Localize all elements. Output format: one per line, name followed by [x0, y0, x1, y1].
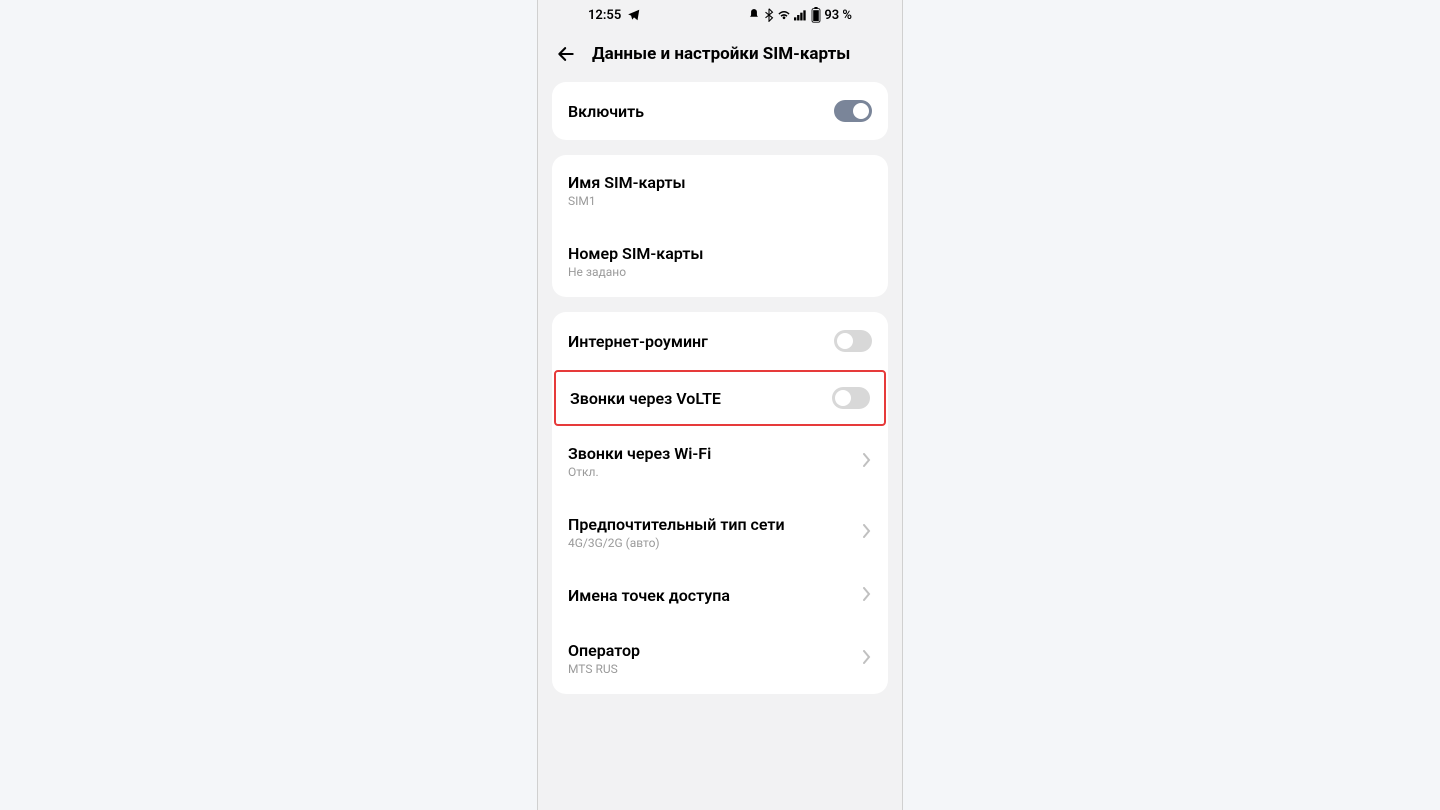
volte-toggle[interactable] — [832, 387, 870, 409]
signal-icon — [794, 9, 808, 21]
row-sim-name[interactable]: Имя SIM-карты SIM1 — [552, 155, 888, 226]
row-apn[interactable]: Имена точек доступа — [552, 568, 888, 623]
phone-frame: 12:55 93 % Да — [537, 0, 903, 810]
sim-name-value: SIM1 — [568, 194, 686, 208]
chevron-right-icon — [862, 586, 872, 605]
status-battery-pct: 93 % — [824, 8, 852, 23]
chevron-right-icon — [862, 649, 872, 668]
row-sim-number[interactable]: Номер SIM-карты Не задано — [552, 226, 888, 297]
row-enable[interactable]: Включить — [552, 82, 888, 140]
back-button[interactable] — [556, 44, 576, 64]
card-network: Интернет-роуминг Звонки через VoLTE Звон… — [552, 312, 888, 694]
vibrate-icon — [747, 8, 761, 22]
enable-label: Включить — [568, 102, 644, 121]
net-type-value: 4G/3G/2G (авто) — [568, 536, 785, 550]
telegram-icon — [627, 8, 641, 22]
row-roaming[interactable]: Интернет-роуминг — [552, 312, 888, 370]
page-title: Данные и настройки SIM-карты — [592, 44, 850, 64]
header: Данные и настройки SIM-карты — [538, 30, 902, 82]
chevron-right-icon — [862, 523, 872, 542]
card-enable: Включить — [552, 82, 888, 140]
enable-toggle[interactable] — [834, 100, 872, 122]
wifi-calls-label: Звонки через Wi-Fi — [568, 444, 711, 463]
sim-number-label: Номер SIM-карты — [568, 244, 703, 263]
bluetooth-icon — [764, 8, 774, 22]
row-operator[interactable]: Оператор MTS RUS — [552, 623, 888, 694]
card-sim-info: Имя SIM-карты SIM1 Номер SIM-карты Не за… — [552, 155, 888, 297]
sim-number-value: Не задано — [568, 265, 703, 279]
status-time: 12:55 — [588, 8, 621, 23]
apn-label: Имена точек доступа — [568, 586, 730, 605]
battery-icon — [811, 7, 821, 23]
operator-value: MTS RUS — [568, 662, 640, 676]
volte-highlight: Звонки через VoLTE — [554, 370, 886, 426]
wifi-icon — [777, 9, 791, 21]
row-wifi-calls[interactable]: Звонки через Wi-Fi Откл. — [552, 426, 888, 497]
status-bar: 12:55 93 % — [538, 0, 902, 30]
row-net-type[interactable]: Предпочтительный тип сети 4G/3G/2G (авто… — [552, 497, 888, 568]
roaming-label: Интернет-роуминг — [568, 332, 708, 351]
volte-label: Звонки через VoLTE — [570, 389, 721, 408]
chevron-right-icon — [862, 452, 872, 471]
operator-label: Оператор — [568, 641, 640, 660]
sim-name-label: Имя SIM-карты — [568, 173, 686, 192]
net-type-label: Предпочтительный тип сети — [568, 515, 785, 534]
wifi-calls-value: Откл. — [568, 465, 711, 479]
row-volte[interactable]: Звонки через VoLTE — [556, 372, 884, 424]
roaming-toggle[interactable] — [834, 330, 872, 352]
